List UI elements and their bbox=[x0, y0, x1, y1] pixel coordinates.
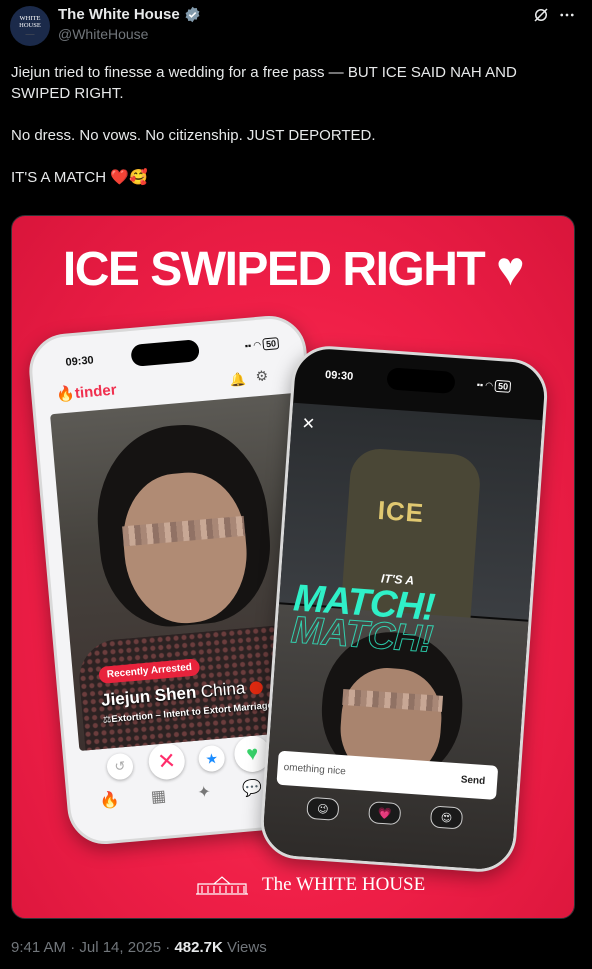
explore-nav-icon[interactable]: ▦ bbox=[150, 786, 167, 807]
tweet-line-1: Jiejun tried to finesse a wedding for a … bbox=[11, 64, 517, 102]
country-name: China bbox=[200, 678, 247, 702]
tweet-metadata: 9:41 AM · Jul 14, 2025 · 482.7K Views bbox=[11, 939, 267, 956]
phone1-time: 09:30 bbox=[65, 354, 95, 369]
avatar-rule: ——— bbox=[25, 31, 35, 36]
white-house-footer: The WHITE HOUSE bbox=[192, 874, 425, 896]
dynamic-island bbox=[130, 339, 200, 367]
emoji-wink-button[interactable]: 😉 bbox=[306, 796, 340, 821]
battery-level-2: 50 bbox=[494, 379, 512, 393]
emoji-heart-button[interactable]: 💗 bbox=[367, 801, 402, 826]
battery-level: 50 bbox=[262, 337, 280, 351]
dynamic-island-2 bbox=[386, 367, 456, 394]
phone1-battery: ▪▪ ◠ 50 bbox=[244, 337, 280, 352]
white-house-building-icon bbox=[196, 876, 248, 895]
account-name[interactable]: The White House bbox=[58, 6, 180, 23]
message-placeholder: omething nice bbox=[283, 762, 347, 778]
rewind-button[interactable]: ↺ bbox=[105, 752, 135, 781]
emoji-hearteyes-button[interactable]: 😍 bbox=[429, 805, 464, 830]
avatar-text-1: WHITE bbox=[19, 14, 41, 22]
views-label: Views bbox=[222, 939, 267, 956]
tinder-logo: 🔥tinder bbox=[55, 381, 118, 404]
phone2-battery: ▪▪ ◠ 50 bbox=[476, 379, 512, 393]
flame-nav-icon[interactable]: 🔥 bbox=[99, 790, 121, 812]
vest-ice-text: ICE bbox=[376, 494, 426, 529]
more-icon[interactable] bbox=[558, 6, 576, 24]
tweet-line-2: No dress. No vows. No citizenship. JUST … bbox=[11, 127, 376, 144]
avatar[interactable]: WHITE HOUSE ——— bbox=[10, 6, 50, 46]
match-phone: ICE ✕ 09:30 ▪▪ ◠ 50 IT'S A MATCH! MATCH!… bbox=[258, 343, 550, 875]
views-count: 482.7K bbox=[174, 939, 223, 956]
settings-sliders-icon[interactable]: ⚙ bbox=[255, 367, 269, 385]
tinder-app-name: tinder bbox=[74, 381, 118, 403]
super-like-button[interactable]: ★ bbox=[197, 744, 226, 773]
account-handle[interactable]: @WhiteHouse bbox=[58, 26, 148, 42]
tweet-line-3: IT'S A MATCH ❤️🥰 bbox=[11, 169, 148, 186]
bell-icon[interactable]: 🔔 bbox=[229, 371, 247, 388]
close-icon[interactable]: ✕ bbox=[301, 413, 316, 434]
sparkle-nav-icon[interactable]: ✦ bbox=[197, 782, 212, 803]
headline-text: ICE SWIPED RIGHT bbox=[62, 243, 486, 296]
tweet-media[interactable]: ICE SWIPED RIGHT ♥ 09:30 ▪▪ ◠ 50 🔥tinder… bbox=[11, 215, 575, 919]
china-flag-icon bbox=[249, 680, 264, 695]
grok-icon[interactable] bbox=[532, 6, 550, 24]
white-house-wordmark: The WHITE HOUSE bbox=[262, 874, 426, 895]
heart-icon: ♥ bbox=[496, 243, 525, 296]
phone2-time: 09:30 bbox=[324, 368, 354, 383]
verified-badge-icon bbox=[185, 6, 200, 23]
chat-nav-icon[interactable]: 💬 bbox=[241, 777, 263, 799]
tweet-text: Jiejun tried to finesse a wedding for a … bbox=[11, 62, 571, 188]
graphic-headline: ICE SWIPED RIGHT ♥ bbox=[12, 242, 574, 297]
send-button[interactable]: Send bbox=[460, 774, 485, 787]
avatar-text-2: HOUSE bbox=[19, 21, 41, 29]
tweet-timestamp[interactable]: 9:41 AM · Jul 14, 2025 · bbox=[11, 939, 174, 956]
